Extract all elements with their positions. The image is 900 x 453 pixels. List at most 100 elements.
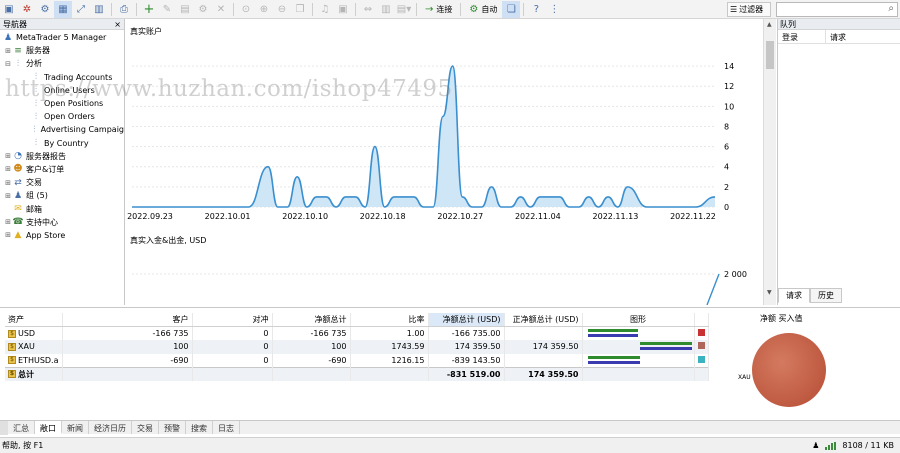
zoom-out-icon[interactable]: ⊖ [273,1,291,18]
col-positive-usd[interactable]: 正净额总计 (USD) [504,313,583,327]
tree-item-analytics[interactable]: ⊟ ⫶ 分析 [0,57,124,70]
tab-journal[interactable]: 日志 [213,421,240,434]
x-tick-label: 2022.11.13 [593,212,639,221]
navigator-panel: 导航器 × ♟ MetaTrader 5 Manager ⊞ ≡ 服务器 ⊟ ⫶… [0,19,125,305]
scroll-up-icon[interactable]: ▲ [767,21,772,28]
manager-icon: ♟ [3,32,13,43]
delete-icon[interactable]: ✕ [212,1,230,18]
x-tick-label: 2022.10.01 [205,212,251,221]
tab-calendar[interactable]: 经济日历 [89,421,132,434]
tree-item-open-orders[interactable]: ⫶ Open Orders [0,110,124,123]
edit-icon[interactable]: ✎ [158,1,176,18]
close-icon[interactable]: × [114,20,121,29]
tree-item-server-reports[interactable]: ⊞ ◔ 服务器报告 [0,150,124,163]
book-icon[interactable]: ❏ [502,0,521,18]
cell-net-usd: 174 359.50 [428,340,505,354]
cell-net: -166 735 [272,326,351,340]
tree-item-support[interactable]: ⊞ ☎ 支持中心 [0,216,124,229]
tree-item-advertising[interactable]: ⫶ Advertising Campaig [0,123,124,136]
cell-positive-usd [504,353,583,367]
table-row[interactable]: $ ETHUSD.a -690 0 -690 1216.15 -839 143.5… [5,353,709,367]
tab-exposure[interactable]: 敞口 [35,421,62,434]
col-net[interactable]: 净额总计 [272,313,351,327]
tree-item-servers[interactable]: ⊞ ≡ 服务器 [0,44,124,57]
tab-history[interactable]: 历史 [810,288,842,303]
col-net-usd[interactable]: 净额总计 (USD) [428,313,505,327]
expand-icon[interactable]: ⊞ [4,165,12,173]
cell-rate: 1743.59 [350,340,429,354]
table-row[interactable]: $ XAU 100 0 100 1743.59 174 359.50 174 35… [5,340,709,354]
scrollbar-thumb[interactable] [766,41,774,69]
expand-icon[interactable]: ⊞ [4,47,12,55]
layout-icon[interactable]: ▦ [54,0,72,18]
table-row[interactable]: $ USD -166 735 0 -166 735 1.00 -166 735.0… [5,326,709,340]
export-icon[interactable]: ▣ [334,1,352,18]
tree-item-app-store[interactable]: ⊞ ▲ App Store [0,229,124,242]
zoom-icon[interactable]: ⊙ [237,1,255,18]
chart-panel: 真实账户 0 2 4 6 8 10 12 14 2022.09.23 2022.10.01 2022… [127,19,763,305]
zoom-in-icon[interactable]: ⊕ [255,1,273,18]
graph-bar-clients [587,355,640,359]
bell-icon[interactable]: ♫ [316,1,334,18]
tree-item-label: 组 (5) [26,191,48,201]
mail-icon: ✉ [14,204,22,215]
tree-item-trade[interactable]: ⊞ ⇄ 交易 [0,176,124,189]
tree-item-by-country[interactable]: ⫶ By Country [0,137,124,150]
search-input[interactable]: ⌕ [776,2,898,17]
expand-icon[interactable]: ⊞ [4,192,12,200]
filter-button[interactable]: ☰ 过滤器 [727,2,771,17]
chart-scrollbar[interactable]: ▲ ▼ [763,19,776,305]
col-graph[interactable]: 图形 [582,313,695,327]
queue-col-request[interactable]: 请求 [826,30,850,43]
pie-slice-xau[interactable] [752,333,826,407]
expand-icon[interactable]: ⊞ [4,218,12,226]
tab-request[interactable]: 请求 [778,288,810,303]
tab-search[interactable]: 搜索 [186,421,213,434]
cell-clients: 100 [62,340,193,354]
toolbar-separator [111,2,112,16]
tree-root[interactable]: ♟ MetaTrader 5 Manager [0,31,124,44]
queue-col-login[interactable]: 登录 [778,30,826,43]
y-tick-label: 8 [724,122,729,131]
groups-icon: ♟ [13,190,23,201]
cell-asset: ETHUSD.a [18,355,59,365]
tab-news[interactable]: 新闻 [62,421,89,434]
connect-icon[interactable]: ✲ [18,1,36,18]
toolbox-side-handle[interactable] [0,421,8,435]
fit-width-icon[interactable]: ⇔ [359,1,377,18]
tab-trade[interactable]: 交易 [132,421,159,434]
expand-icon[interactable]: ⊞ [4,231,12,239]
panels-icon[interactable]: ▤▾ [395,1,413,18]
columns-icon[interactable]: ▥ [377,1,395,18]
table-total-row[interactable]: $ 总计 -831 519.00 174 359.50 [5,366,709,381]
tab-alerts[interactable]: 预警 [159,421,186,434]
resize-icon[interactable]: ⤢ [72,1,90,18]
expand-icon[interactable]: ⊞ [4,152,12,160]
tile-icon[interactable]: ▥ [90,1,108,18]
tab-summary[interactable]: 汇总 [8,421,35,434]
print-icon[interactable]: ⎙ [115,1,133,18]
help-icon[interactable]: ? [527,1,545,18]
settings-icon[interactable]: ⚙ [36,1,54,18]
save-icon[interactable]: ▤ [176,1,194,18]
toolbar-separator [460,2,462,16]
add-icon[interactable]: + [140,1,158,18]
expand-icon[interactable]: ⊞ [4,179,12,187]
col-hedge[interactable]: 对冲 [192,313,273,327]
scroll-down-icon[interactable]: ▼ [767,289,772,296]
collapse-icon[interactable]: ⊟ [4,60,12,68]
status-help-text: 帮助, 按 F1 [2,441,44,450]
cell-hedge: 0 [192,353,273,367]
tree-item-mail[interactable]: ✉ 邮箱 [0,202,124,215]
col-rate[interactable]: 比率 [350,313,429,327]
connect-button[interactable]: → 连接 [420,4,457,15]
copy-icon[interactable]: ❐ [291,1,309,18]
col-clients[interactable]: 客户 [62,313,193,327]
more-icon[interactable]: ⋮ [545,1,563,18]
col-asset[interactable]: 资产 [5,313,63,327]
tree-item-clients[interactable]: ⊞ ☻ 客户&订单 [0,163,124,176]
gear-icon[interactable]: ⚙ [194,1,212,18]
new-window-icon[interactable]: ▣ [0,1,18,18]
tree-item-groups[interactable]: ⊞ ♟ 组 (5) [0,189,124,202]
auto-button[interactable]: ⚙ 自动 [464,4,502,15]
